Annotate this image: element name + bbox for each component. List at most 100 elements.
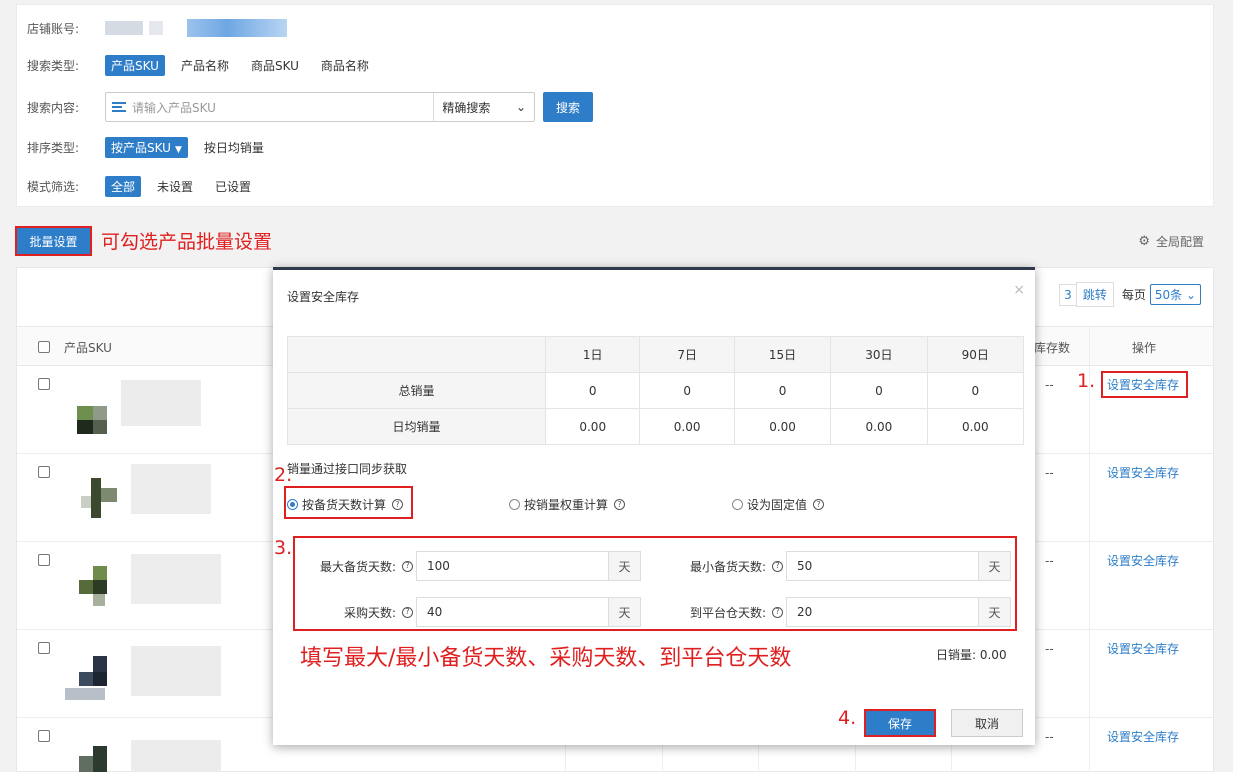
chevron-down-icon: ⌄ xyxy=(1185,288,1196,302)
column-header-operation: 操作 xyxy=(1132,341,1157,355)
set-safety-stock-link[interactable]: 设置安全库存 xyxy=(1107,464,1179,481)
radio-icon xyxy=(509,499,520,510)
annotation-fill-note: 填写最大/最小备货天数、采购天数、到平台仓天数 xyxy=(300,646,792,671)
mode-radio-label: 设为固定值 xyxy=(747,498,808,512)
per-page-value: 50条 xyxy=(1154,288,1183,302)
annotation-step-1: 1. xyxy=(1077,370,1096,392)
column-header-sku: 产品SKU xyxy=(64,341,112,355)
close-icon[interactable]: × xyxy=(1013,282,1025,298)
annotation-highlight-box xyxy=(284,486,413,519)
daily-sales-summary: 日销量: 0.00 xyxy=(936,648,1007,662)
sort-type-row: 排序类型: 按产品SKU ▼ 按日均销量 xyxy=(27,136,280,158)
sort-by-sku-dropdown[interactable]: 按产品SKU ▼ xyxy=(105,136,188,158)
row-checkbox[interactable] xyxy=(38,378,50,390)
row-stock-value: -- xyxy=(1045,642,1054,656)
search-mode-select[interactable]: 精确搜索 ⌄ xyxy=(434,99,534,116)
select-all-checkbox[interactable] xyxy=(38,341,50,353)
search-type-product-sku[interactable]: 产品SKU xyxy=(105,54,165,76)
store-account-selected[interactable] xyxy=(187,19,287,37)
page-number[interactable]: 3 xyxy=(1059,283,1077,306)
period-30d: 30日 xyxy=(830,336,928,373)
row-checkbox[interactable] xyxy=(38,730,50,742)
mode-radio-label: 按销量权重计算 xyxy=(524,498,609,512)
search-mode-value: 精确搜索 xyxy=(442,100,491,115)
mode-filter-all[interactable]: 全部 xyxy=(105,175,142,197)
total-sales-row: 总销量 0 0 0 0 0 xyxy=(287,372,1025,409)
daily-sales-cell: 0.00 xyxy=(830,408,928,445)
row-checkbox[interactable] xyxy=(38,642,50,654)
set-safety-stock-link[interactable]: 设置安全库存 xyxy=(1107,640,1179,657)
mode-filter-unset[interactable]: 未设置 xyxy=(151,176,199,197)
daily-sales-cell: 0.00 xyxy=(544,408,641,445)
total-sales-cell: 0 xyxy=(544,372,641,409)
filter-panel: 店铺账号: 搜索类型: 产品SKU 产品名称 商品SKU 商品名称 搜索内容: … xyxy=(16,4,1214,207)
help-icon[interactable]: ? xyxy=(813,499,825,510)
chevron-down-icon: ⌄ xyxy=(515,100,526,114)
period-15d: 15日 xyxy=(733,336,832,373)
save-button[interactable]: 保存 xyxy=(864,709,936,737)
total-sales-cell: 0 xyxy=(830,372,928,409)
help-icon[interactable]: ? xyxy=(614,499,626,510)
dialog-title: 设置安全库存 xyxy=(287,290,360,304)
stats-corner-cell xyxy=(287,336,546,373)
total-sales-cell: 0 xyxy=(639,372,735,409)
period-90d: 90日 xyxy=(926,336,1025,373)
total-sales-cell: 0 xyxy=(733,372,832,409)
daily-sales-label: 日均销量 xyxy=(287,408,546,445)
product-image xyxy=(61,372,236,434)
set-safety-stock-link[interactable]: 设置安全库存 xyxy=(1107,728,1179,745)
search-placeholder: 请输入产品SKU xyxy=(132,100,216,115)
global-config-link[interactable]: ⚙ 全局配置 xyxy=(1138,233,1204,250)
row-checkbox[interactable] xyxy=(38,554,50,566)
search-content-row: 搜索内容: 请输入产品SKU 精确搜索 ⌄ 搜索 xyxy=(27,91,593,123)
sort-type-label: 排序类型: xyxy=(27,140,80,155)
search-type-item-sku[interactable]: 商品SKU xyxy=(245,55,305,76)
row-checkbox[interactable] xyxy=(38,466,50,478)
daily-sales-cell: 0.00 xyxy=(639,408,735,445)
sales-stats-table: 1日 7日 15日 30日 90日 总销量 0 0 0 0 0 日均销量 0.0… xyxy=(287,336,1025,445)
sort-by-daily-sales[interactable]: 按日均销量 xyxy=(198,137,270,158)
store-account-redacted xyxy=(149,21,163,35)
product-image xyxy=(61,636,236,700)
period-7d: 7日 xyxy=(639,336,735,373)
per-page-label: 每页 xyxy=(1121,288,1146,302)
bulk-setting-annotation: 可勾选产品批量设置 xyxy=(101,231,273,253)
row-stock-value: -- xyxy=(1045,554,1054,568)
search-type-item-name[interactable]: 商品名称 xyxy=(315,55,375,76)
search-type-product-name[interactable]: 产品名称 xyxy=(175,55,235,76)
period-1d: 1日 xyxy=(544,336,641,373)
mode-radio-fixed-value[interactable]: 设为固定值 ? xyxy=(732,496,825,513)
annotation-step-3: 3. xyxy=(274,537,293,559)
mode-filter-set[interactable]: 已设置 xyxy=(209,176,257,197)
per-page-select[interactable]: 50条 ⌄ xyxy=(1149,284,1201,305)
search-input[interactable]: 请输入产品SKU xyxy=(106,93,435,121)
daily-sales-cell: 0.00 xyxy=(733,408,832,445)
search-button[interactable]: 搜索 xyxy=(543,92,593,122)
global-config-label: 全局配置 xyxy=(1155,235,1204,249)
search-content-label: 搜索内容: xyxy=(27,100,80,115)
set-safety-stock-link[interactable]: 设置安全库存 xyxy=(1107,552,1179,569)
product-image xyxy=(61,726,236,772)
page-jump-button[interactable]: 跳转 xyxy=(1075,282,1114,307)
annotation-step-4: 4. xyxy=(838,707,857,729)
search-type-label: 搜索类型: xyxy=(27,58,80,73)
sync-note: 销量通过接口同步获取 xyxy=(287,462,408,476)
search-box: 请输入产品SKU 精确搜索 ⌄ xyxy=(105,92,535,122)
mode-radio-sales-weight[interactable]: 按销量权重计算 ? xyxy=(509,496,626,513)
daily-sales-cell: 0.00 xyxy=(926,408,1025,445)
radio-icon xyxy=(732,499,743,510)
daily-sales-row: 日均销量 0.00 0.00 0.00 0.00 0.00 xyxy=(287,408,1025,445)
row-stock-value: -- xyxy=(1045,378,1054,392)
store-account-row: 店铺账号: xyxy=(27,17,293,39)
mode-filter-label: 模式筛选: xyxy=(27,179,80,194)
filter-list-icon xyxy=(112,102,126,112)
total-sales-cell: 0 xyxy=(926,372,1025,409)
cancel-button[interactable]: 取消 xyxy=(951,709,1023,737)
store-account-label: 店铺账号: xyxy=(27,21,80,36)
bulk-setting-button[interactable]: 批量设置 xyxy=(15,226,92,256)
annotation-step-2: 2. xyxy=(274,464,293,486)
caret-down-icon: ▼ xyxy=(174,144,182,155)
search-type-row: 搜索类型: 产品SKU 产品名称 商品SKU 商品名称 xyxy=(27,54,385,76)
stats-header-row: 1日 7日 15日 30日 90日 xyxy=(287,336,1025,373)
annotation-highlight-box xyxy=(293,536,1017,631)
